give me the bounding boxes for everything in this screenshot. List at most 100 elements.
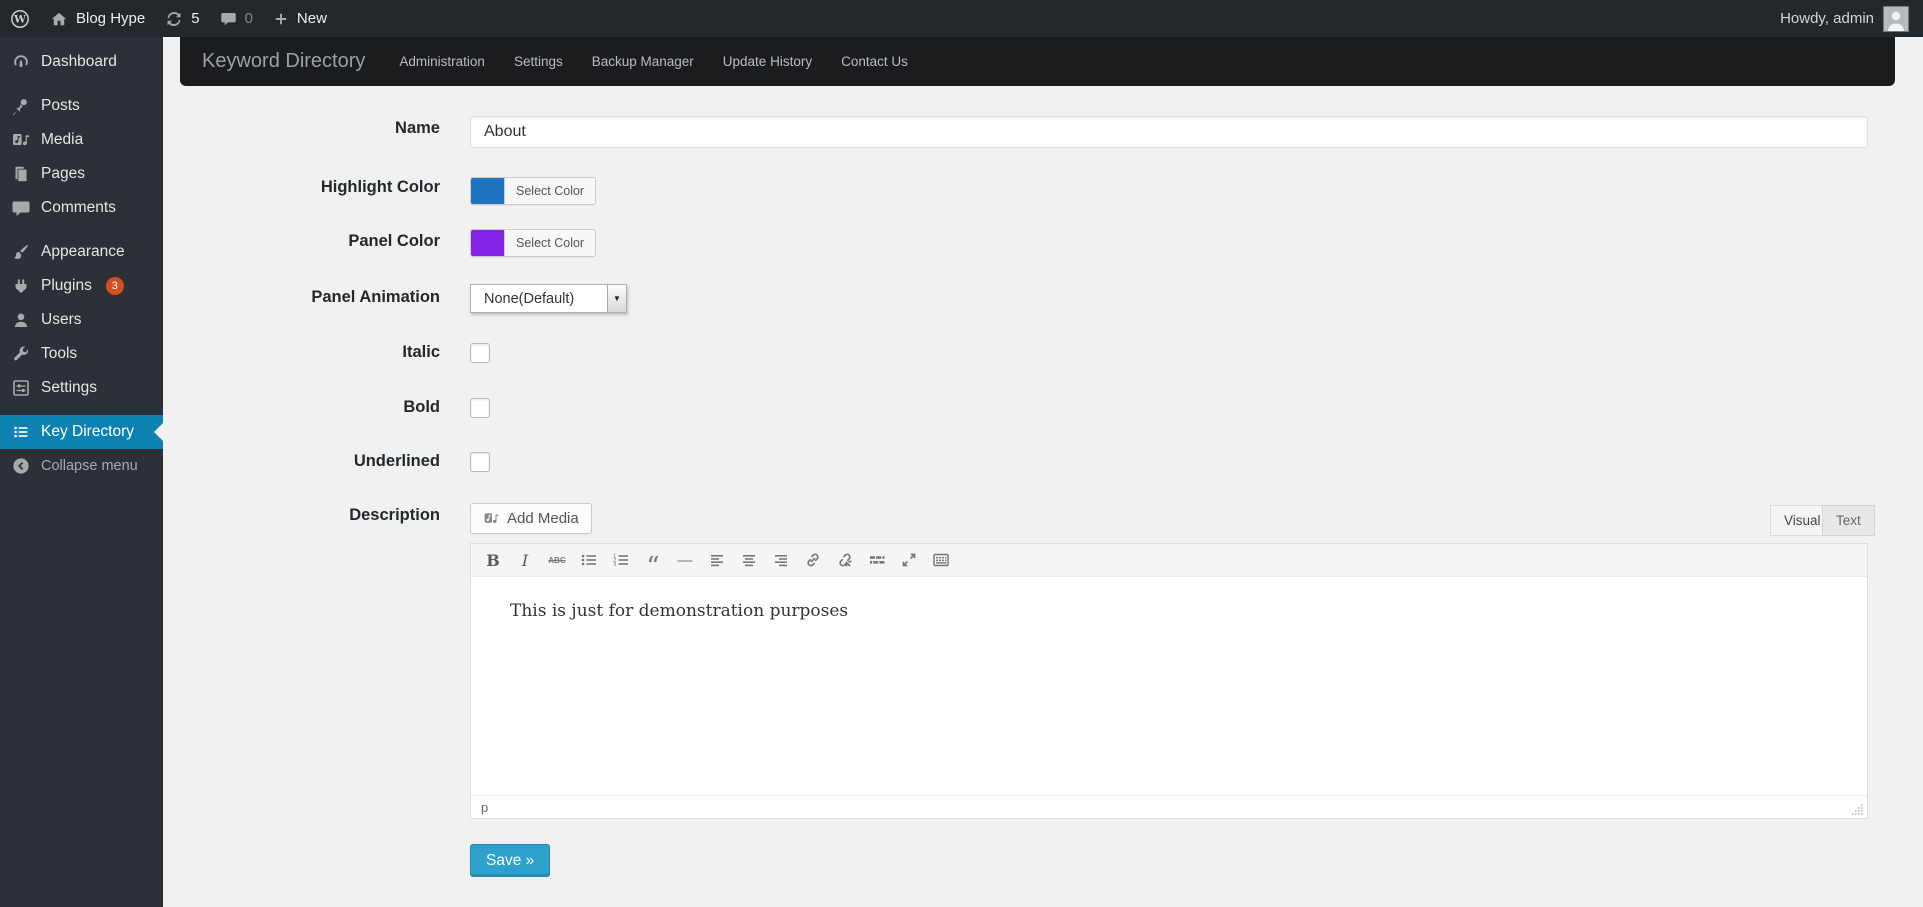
name-label: Name: [395, 119, 440, 137]
italic-icon[interactable]: I: [511, 547, 539, 573]
link-icon[interactable]: [799, 547, 827, 573]
sidebar-item-label: Collapse menu: [41, 458, 138, 474]
editor-status-bar: p: [471, 795, 1867, 819]
nav-item-contact-us[interactable]: Contact Us: [841, 54, 908, 69]
sidebar-item-label: Dashboard: [41, 53, 117, 70]
sidebar-item-label: Posts: [41, 97, 80, 114]
italic-checkbox[interactable]: [470, 343, 490, 363]
admin-sidebar: Dashboard Posts Media Pages Comments App…: [0, 37, 163, 907]
site-menu[interactable]: Blog Hype: [40, 0, 155, 37]
howdy-text: Howdy, admin: [1780, 10, 1874, 27]
account-menu[interactable]: Howdy, admin: [1780, 5, 1923, 32]
panel-color-label: Panel Color: [348, 232, 440, 250]
tab-text[interactable]: Text: [1822, 505, 1875, 536]
brush-icon: [14, 244, 29, 259]
sidebar-item-users[interactable]: Users: [0, 303, 163, 337]
align-right-icon[interactable]: [767, 547, 795, 573]
comment-icon: [12, 201, 30, 216]
resize-grip-icon[interactable]: [1850, 802, 1865, 817]
panel-animation-label: Panel Animation: [311, 288, 440, 306]
nav-item-administration[interactable]: Administration: [399, 54, 485, 69]
sidebar-item-label: Media: [41, 131, 84, 148]
bold-label: Bold: [403, 398, 440, 416]
home-icon: [51, 12, 67, 25]
align-left-icon[interactable]: [703, 547, 731, 573]
underlined-checkbox[interactable]: [470, 452, 490, 472]
wordpress-logo-icon: W: [11, 9, 29, 28]
sidebar-item-settings[interactable]: Settings: [0, 371, 163, 405]
sidebar-item-dashboard[interactable]: Dashboard: [0, 45, 163, 79]
italic-label: Italic: [402, 343, 440, 361]
wordpress-logo[interactable]: W: [0, 0, 40, 37]
select-dropdown-arrow-icon: ▼: [607, 285, 626, 312]
sidebar-item-label: Comments: [41, 199, 116, 216]
nav-item-settings[interactable]: Settings: [514, 54, 563, 69]
update-icon: [167, 11, 181, 26]
sidebar-item-label: Pages: [41, 165, 85, 182]
align-center-icon[interactable]: [735, 547, 763, 573]
admin-bar: W Blog Hype 5 0 New Howdy, admin: [0, 0, 1923, 37]
sliders-icon: [13, 380, 29, 396]
comment-count: 0: [244, 10, 253, 27]
sidebar-item-comments[interactable]: Comments: [0, 191, 163, 225]
bold-icon[interactable]: B: [479, 547, 507, 573]
strikethrough-icon[interactable]: ABC: [543, 547, 571, 573]
panel-color-swatch: [471, 230, 504, 256]
save-button[interactable]: Save »: [470, 844, 551, 877]
active-menu-arrow: [154, 423, 163, 441]
new-menu[interactable]: New: [263, 0, 337, 37]
select-color-button-label: Select Color: [504, 230, 595, 256]
name-input[interactable]: [470, 116, 1868, 148]
toolbar-toggle-icon[interactable]: [927, 547, 955, 573]
panel-color-picker-button[interactable]: Select Color: [470, 229, 597, 257]
editor-content-area[interactable]: This is just for demonstration purposes: [471, 577, 1867, 795]
numbered-list-icon[interactable]: 1 2 3: [607, 547, 635, 573]
add-media-label: Add Media: [507, 510, 579, 527]
pushpin-icon: [13, 99, 27, 115]
sidebar-item-plugins[interactable]: Plugins 3: [0, 269, 163, 303]
blockquote-icon[interactable]: “: [639, 547, 667, 580]
plugin-brand[interactable]: Keyword Directory: [202, 50, 365, 73]
panel-animation-select[interactable]: None(Default) ▼: [470, 284, 627, 313]
plug-icon: [15, 279, 27, 293]
sidebar-collapse-menu[interactable]: Collapse menu: [0, 449, 163, 483]
comment-bubble-icon: [220, 12, 236, 26]
comments-menu[interactable]: 0: [210, 0, 263, 37]
more-tag-icon[interactable]: [863, 547, 891, 573]
panel-animation-value: None(Default): [484, 290, 575, 307]
horizontal-rule-icon[interactable]: —: [671, 547, 699, 573]
nav-item-update-history[interactable]: Update History: [723, 54, 812, 69]
pages-icon: [15, 166, 27, 182]
user-icon: [14, 313, 28, 327]
list-icon: [14, 426, 28, 438]
highlight-color-label: Highlight Color: [320, 178, 440, 196]
highlight-color-swatch: [471, 178, 504, 204]
sidebar-item-pages[interactable]: Pages: [0, 157, 163, 191]
sidebar-item-tools[interactable]: Tools: [0, 337, 163, 371]
fullscreen-icon[interactable]: [895, 547, 923, 573]
plus-icon: [275, 13, 287, 24]
highlight-color-picker-button[interactable]: Select Color: [470, 177, 597, 205]
sidebar-item-media[interactable]: Media: [0, 123, 163, 157]
sidebar-item-appearance[interactable]: Appearance: [0, 235, 163, 269]
description-editor: B I ABC 1 2 3 “ — This is just for demon…: [470, 543, 1868, 819]
svg-text:W: W: [13, 13, 26, 25]
sidebar-item-posts[interactable]: Posts: [0, 89, 163, 123]
unlink-icon[interactable]: [831, 547, 859, 573]
select-color-button-label: Select Color: [504, 178, 595, 204]
avatar: [1883, 5, 1909, 32]
sidebar-item-key-directory[interactable]: Key Directory: [0, 415, 163, 449]
bold-checkbox[interactable]: [470, 398, 490, 418]
nav-item-backup-manager[interactable]: Backup Manager: [592, 54, 694, 69]
underlined-label: Underlined: [353, 452, 440, 470]
sidebar-item-label: Plugins: [41, 277, 92, 294]
updates-menu[interactable]: 5: [155, 0, 209, 37]
bullet-list-icon[interactable]: [575, 547, 603, 573]
editor-paragraph: This is just for demonstration purposes: [510, 601, 849, 621]
svg-text:3: 3: [613, 562, 616, 568]
update-count: 5: [191, 10, 200, 27]
editor-element-path: p: [481, 800, 489, 815]
dashboard-icon: [14, 55, 28, 68]
add-media-button[interactable]: Add Media: [470, 503, 592, 534]
new-label: New: [296, 10, 327, 27]
